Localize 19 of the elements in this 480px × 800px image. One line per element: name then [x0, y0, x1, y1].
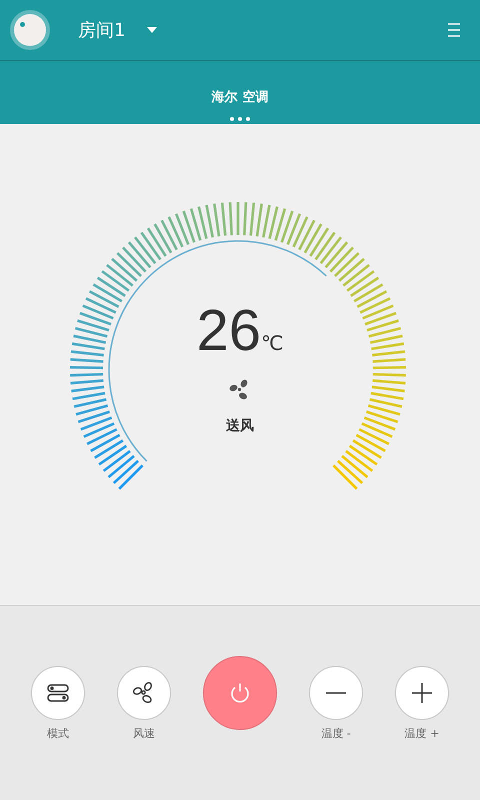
menu-icon[interactable] — [448, 23, 460, 37]
plus-button[interactable] — [395, 666, 449, 720]
dropdown-caret-icon[interactable] — [147, 27, 158, 33]
fan-button[interactable] — [117, 666, 171, 720]
avatar-icon[interactable] — [10, 10, 50, 50]
minus-icon — [326, 692, 346, 694]
control-label: 温度 - — [321, 726, 351, 742]
plus-icon — [410, 681, 434, 705]
control-label: 模式 — [47, 726, 69, 742]
mode-label: 送风 — [226, 417, 254, 436]
temperature-unit: ℃ — [261, 330, 284, 357]
control-label: 温度 + — [404, 726, 440, 742]
control-label: 风速 — [133, 726, 155, 742]
power-icon — [228, 681, 252, 705]
temperature-value: 26 — [196, 302, 262, 360]
page-dots-icon — [230, 117, 250, 121]
room-name[interactable]: 房间1 — [78, 16, 126, 44]
mode-button[interactable] — [31, 666, 85, 720]
device-name: 海尔 空调 — [212, 88, 268, 106]
